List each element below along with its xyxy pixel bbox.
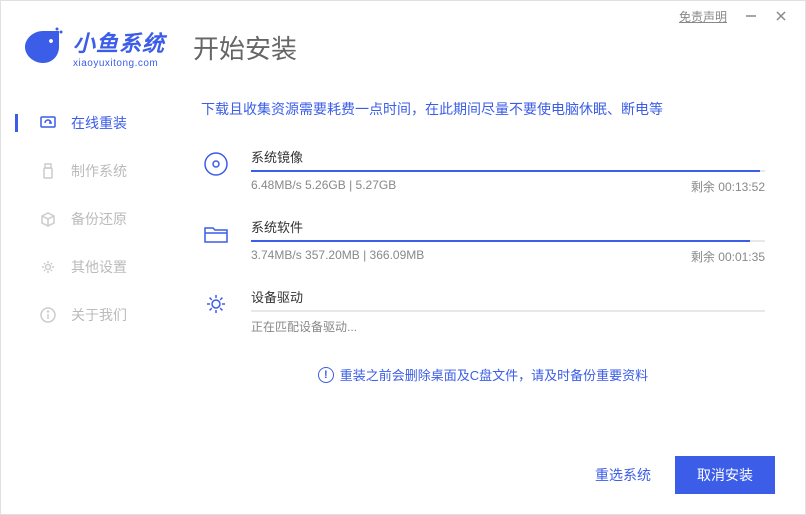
task-remain: 剩余 00:13:52 xyxy=(691,178,765,195)
brand-url: xiaoyuxitong.com xyxy=(73,58,165,69)
progress-bar xyxy=(251,240,765,242)
page-title: 开始安装 xyxy=(193,29,297,66)
monitor-refresh-icon xyxy=(39,114,57,132)
cancel-install-button[interactable]: 取消安装 xyxy=(675,456,775,494)
sidebar-item-backup[interactable]: 备份还原 xyxy=(1,195,171,243)
task-title: 系统软件 xyxy=(251,217,765,236)
warning-text: 重装之前会删除桌面及C盘文件，请及时备份重要资料 xyxy=(340,365,648,384)
sidebar-item-settings[interactable]: 其他设置 xyxy=(1,243,171,291)
info-icon xyxy=(39,306,57,324)
sidebar: 在线重装 制作系统 备份还原 其他设置 关于我们 xyxy=(1,89,171,384)
folder-icon xyxy=(201,219,231,249)
sidebar-item-create[interactable]: 制作系统 xyxy=(1,147,171,195)
task-title: 设备驱动 xyxy=(251,287,765,306)
box-icon xyxy=(39,210,57,228)
close-button[interactable] xyxy=(775,10,787,22)
sidebar-item-label: 在线重装 xyxy=(71,113,127,133)
task-status: 正在匹配设备驱动... xyxy=(251,318,765,335)
disc-icon xyxy=(201,149,231,179)
progress-bar xyxy=(251,310,765,312)
brand-logo: 小鱼系统 xiaoyuxitong.com xyxy=(21,25,165,69)
sidebar-item-label: 备份还原 xyxy=(71,209,127,229)
sidebar-item-label: 关于我们 xyxy=(71,305,127,325)
reselect-system-button[interactable]: 重选系统 xyxy=(583,457,663,493)
hint-text: 下载且收集资源需要耗费一点时间，在此期间尽量不要使电脑休眠、断电等 xyxy=(201,99,765,119)
task-system-software: 系统软件 3.74MB/s 357.20MB | 366.09MB 剩余 00:… xyxy=(201,217,765,265)
task-title: 系统镜像 xyxy=(251,147,765,166)
task-remain: 剩余 00:01:35 xyxy=(691,248,765,265)
minimize-button[interactable] xyxy=(745,10,757,22)
gear-icon xyxy=(201,289,231,319)
task-stats-left: 3.74MB/s 357.20MB | 366.09MB xyxy=(251,248,424,265)
brand-name: 小鱼系统 xyxy=(73,26,165,58)
task-stats-left: 6.48MB/s 5.26GB | 5.27GB xyxy=(251,178,396,195)
sidebar-item-label: 其他设置 xyxy=(71,257,127,277)
fish-icon xyxy=(21,25,65,69)
warning-banner: ! 重装之前会删除桌面及C盘文件，请及时备份重要资料 xyxy=(201,365,765,384)
task-device-drivers: 设备驱动 正在匹配设备驱动... xyxy=(201,287,765,335)
disclaimer-link[interactable]: 免责声明 xyxy=(679,8,727,25)
progress-bar xyxy=(251,170,765,172)
sidebar-item-label: 制作系统 xyxy=(71,161,127,181)
gear-icon xyxy=(39,258,57,276)
sidebar-item-about[interactable]: 关于我们 xyxy=(1,291,171,339)
usb-icon xyxy=(39,162,57,180)
sidebar-item-reinstall[interactable]: 在线重装 xyxy=(1,99,171,147)
task-system-image: 系统镜像 6.48MB/s 5.26GB | 5.27GB 剩余 00:13:5… xyxy=(201,147,765,195)
warning-icon: ! xyxy=(318,367,334,383)
